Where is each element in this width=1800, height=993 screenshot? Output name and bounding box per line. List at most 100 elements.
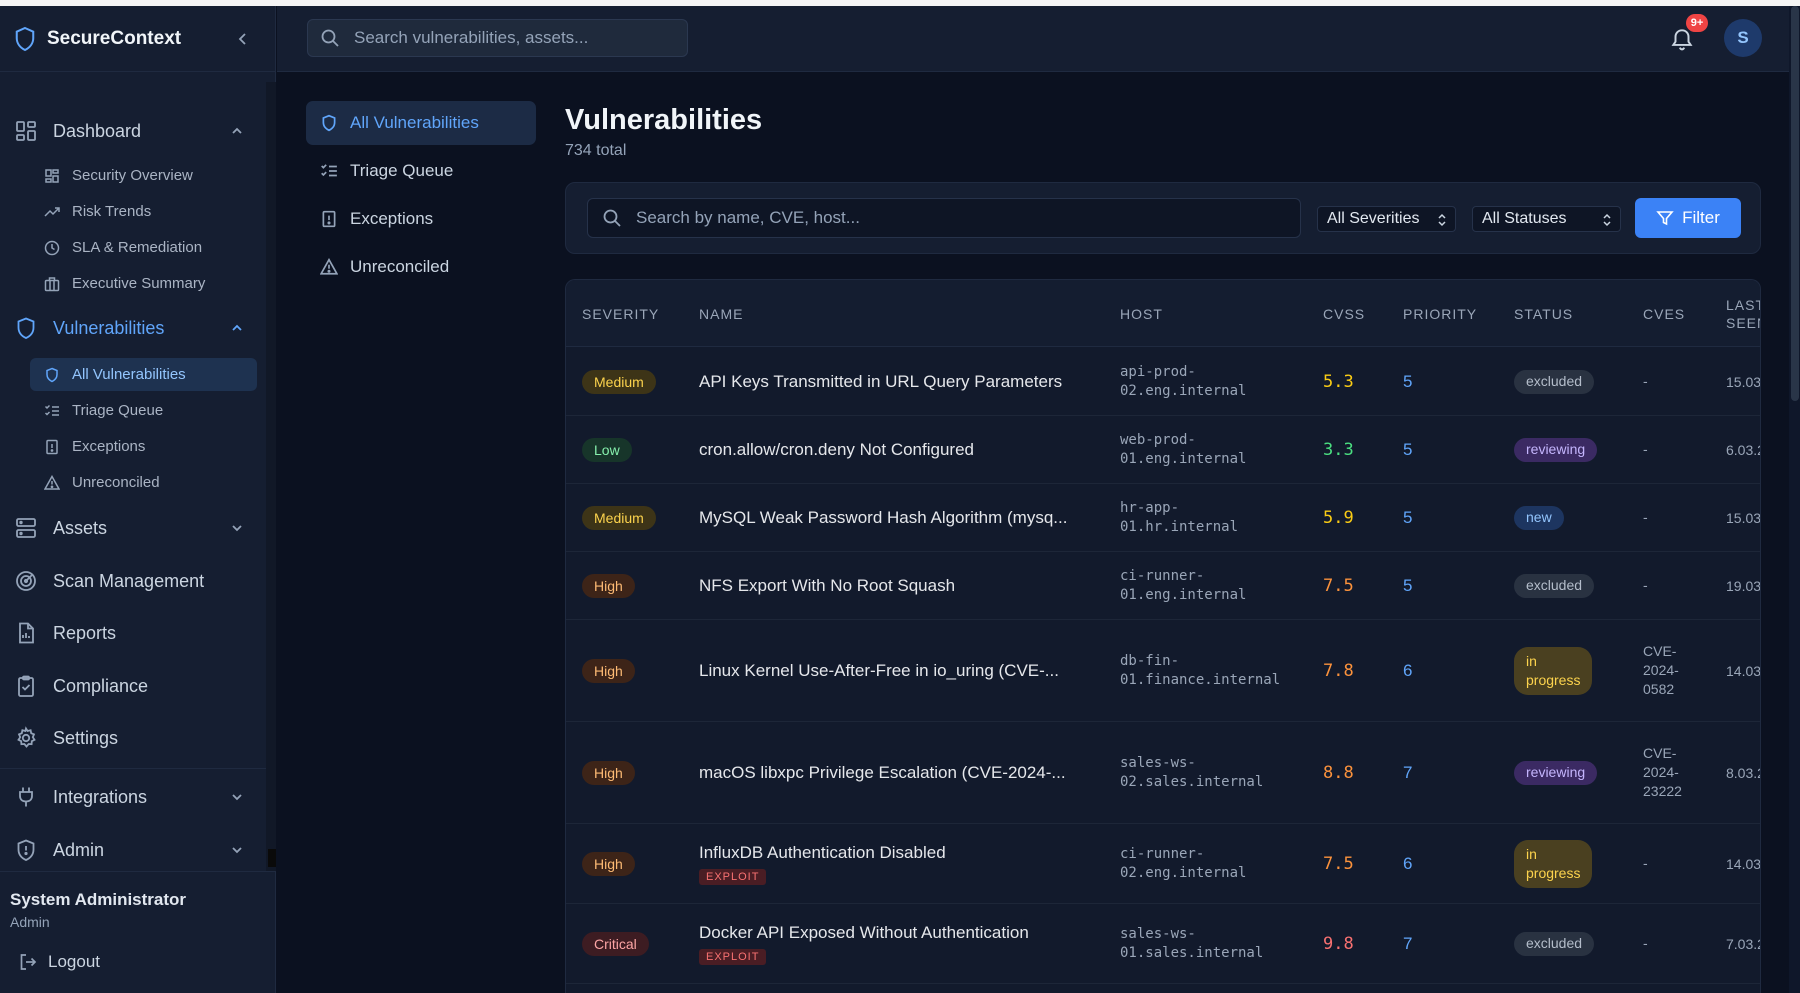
dashboard-grid-icon <box>16 121 36 141</box>
report-file-icon <box>19 622 34 644</box>
chevron-down-icon <box>232 525 242 532</box>
column-header-cvss[interactable]: CVSS <box>1323 280 1365 347</box>
sidebar-scrollbar-thumb[interactable] <box>268 849 276 867</box>
nav-assets[interactable]: Assets <box>0 505 266 551</box>
notification-count-badge: 9+ <box>1686 14 1708 32</box>
status-badge: excluded <box>1514 931 1595 956</box>
user-avatar[interactable]: S <box>1724 19 1762 57</box>
search-icon <box>321 29 339 47</box>
last-seen-cell: 14.03 <box>1726 620 1760 721</box>
priority-cell: 6 <box>1403 824 1412 903</box>
global-search-input[interactable] <box>354 28 674 48</box>
vulnerability-name-link[interactable]: Linux Kernel Use-After-Free in io_uring … <box>699 661 1059 681</box>
sidebar-scrollbar[interactable] <box>266 82 276 872</box>
nav-reports[interactable]: Reports <box>0 610 266 656</box>
priority-cell: 5 <box>1403 348 1412 415</box>
host-cell: web-prod- 01.eng.internal <box>1120 416 1246 483</box>
column-header-cves[interactable]: CVES <box>1643 280 1685 347</box>
cvss-score: 7.5 <box>1323 575 1354 596</box>
column-header-last-seen[interactable]: LAST SEEN <box>1726 280 1760 347</box>
nav-triage-queue[interactable]: Triage Queue <box>30 394 257 427</box>
table-search[interactable] <box>587 198 1301 238</box>
nav-unreconciled[interactable]: Unreconciled <box>30 466 257 499</box>
vulnerability-total-count: 734 total <box>565 142 627 159</box>
table-row[interactable]: Low cron.allow/cron.deny Not Configured we… <box>566 416 1760 484</box>
cves-cell: CVE- 2024- 23222 <box>1643 722 1682 823</box>
nav-exceptions[interactable]: Exceptions <box>30 430 257 463</box>
nav-scan-management[interactable]: Scan Management <box>0 558 266 604</box>
subnav-unreconciled[interactable]: Unreconciled <box>306 245 536 289</box>
nav-dashboard[interactable]: Dashboard <box>0 108 266 154</box>
cve-ids: - <box>1643 441 1648 457</box>
host-name[interactable]: api-prod- 02.eng.internal <box>1120 363 1246 401</box>
main-scrollbar-thumb[interactable] <box>1791 6 1799 401</box>
status-cell: in progress <box>1514 824 1593 903</box>
nav-integrations[interactable]: Integrations <box>0 774 266 820</box>
subnav-all-vulnerabilities[interactable]: All Vulnerabilities <box>306 101 536 145</box>
last-seen-date: 14.03 <box>1726 855 1761 872</box>
column-header-name[interactable]: NAME <box>699 280 743 347</box>
vulnerability-name-link[interactable]: API Keys Transmitted in URL Query Parame… <box>699 372 1062 392</box>
vulnerability-name-link[interactable]: NFS Export With No Root Squash <box>699 576 955 596</box>
vulnerability-name-link[interactable]: macOS libxpc Privilege Escalation (CVE-2… <box>699 763 1066 783</box>
column-header-severity[interactable]: SEVERITY <box>582 280 659 347</box>
table-row[interactable]: High NFS Export With No Root Squash ci-run… <box>566 552 1760 620</box>
vulnerability-name-link[interactable]: cron.allow/cron.deny Not Configured <box>699 440 974 460</box>
severity-cell: Critical <box>582 904 649 983</box>
page-title: Vulnerabilities <box>565 104 763 136</box>
host-name[interactable]: ci-runner- 02.eng.internal <box>1120 845 1246 883</box>
severity-select[interactable]: All Severities <box>1317 206 1456 232</box>
exploit-badge: EXPLOIT <box>699 868 767 885</box>
table-row[interactable]: Medium API Keys Transmitted in URL Query … <box>566 348 1760 416</box>
last-seen-date: 15.03 <box>1726 509 1761 526</box>
subnav-exceptions[interactable]: Exceptions <box>306 197 536 241</box>
name-cell: InfluxDB Authentication Disabled EXPLOIT <box>699 824 946 903</box>
nav-security-overview[interactable]: Security Overview <box>30 159 257 192</box>
nav-compliance[interactable]: Compliance <box>0 663 266 709</box>
nav-risk-trends[interactable]: Risk Trends <box>30 195 257 228</box>
vulnerability-name-link[interactable]: InfluxDB Authentication Disabled <box>699 843 946 863</box>
subnav-triage-queue-label: Triage Queue <box>350 161 454 180</box>
nav-all-vulnerabilities[interactable]: All Vulnerabilities <box>30 358 257 391</box>
column-header-status[interactable]: STATUS <box>1514 280 1573 347</box>
nav-vulnerabilities[interactable]: Vulnerabilities <box>0 305 266 351</box>
cve-ids: - <box>1643 935 1648 951</box>
table-row[interactable]: High Linux Kernel Use-After-Free in io_ur… <box>566 620 1760 722</box>
table-search-input[interactable] <box>636 208 1276 228</box>
table-row[interactable]: High macOS libxpc Privilege Escalation (C… <box>566 722 1760 824</box>
vulnerability-name-link[interactable]: Docker API Exposed Without Authenticatio… <box>699 923 1029 943</box>
cvss-cell: 8.8 <box>1323 722 1354 823</box>
host-name[interactable]: hr-app- 01.hr.internal <box>1120 499 1238 537</box>
column-header-host[interactable]: HOST <box>1120 280 1163 347</box>
warning-triangle-icon <box>44 474 60 490</box>
host-name[interactable]: sales-ws- 01.sales.internal <box>1120 925 1263 963</box>
host-name[interactable]: ci-runner- 01.eng.internal <box>1120 567 1246 605</box>
last-seen-cell: 19.03 <box>1726 552 1760 619</box>
shield-alert-icon <box>17 839 35 861</box>
table-row[interactable]: Medium MySQL Weak Password Hash Algorithm… <box>566 484 1760 552</box>
table-row[interactable]: Critical Docker API Exposed Without Authe… <box>566 904 1760 984</box>
nav-executive-summary[interactable]: Executive Summary <box>30 267 257 300</box>
host-name[interactable]: db-fin- 01.finance.internal <box>1120 652 1280 690</box>
shield-icon <box>322 114 336 132</box>
table-row[interactable]: High InfluxDB Authentication Disabled EXPL… <box>566 824 1760 904</box>
status-select[interactable]: All Statuses <box>1472 206 1621 232</box>
global-search[interactable] <box>307 19 688 57</box>
filter-bar: All Severities All Statuses Filter <box>565 182 1761 254</box>
vulnerability-name-link[interactable]: MySQL Weak Password Hash Algorithm (mysq… <box>699 508 1067 528</box>
sidebar-header: SecureContext <box>0 6 275 72</box>
filter-button[interactable]: Filter <box>1635 198 1741 238</box>
nav-settings[interactable]: Settings <box>0 715 266 761</box>
nav-reports-label: Reports <box>53 622 117 643</box>
chevron-up-icon <box>232 324 242 331</box>
collapse-sidebar-icon[interactable] <box>235 31 251 47</box>
nav-sla-remediation[interactable]: SLA & Remediation <box>30 231 257 264</box>
host-name[interactable]: sales-ws- 02.sales.internal <box>1120 754 1263 792</box>
logout-button[interactable]: Logout <box>18 952 100 972</box>
last-seen-date: 15.03 <box>1726 373 1761 390</box>
nav-admin[interactable]: Admin <box>0 827 266 873</box>
column-header-priority[interactable]: PRIORITY <box>1403 280 1477 347</box>
subnav-triage-queue[interactable]: Triage Queue <box>306 149 536 193</box>
host-name[interactable]: web-prod- 01.eng.internal <box>1120 431 1246 469</box>
status-badge: in progress <box>1514 646 1593 695</box>
